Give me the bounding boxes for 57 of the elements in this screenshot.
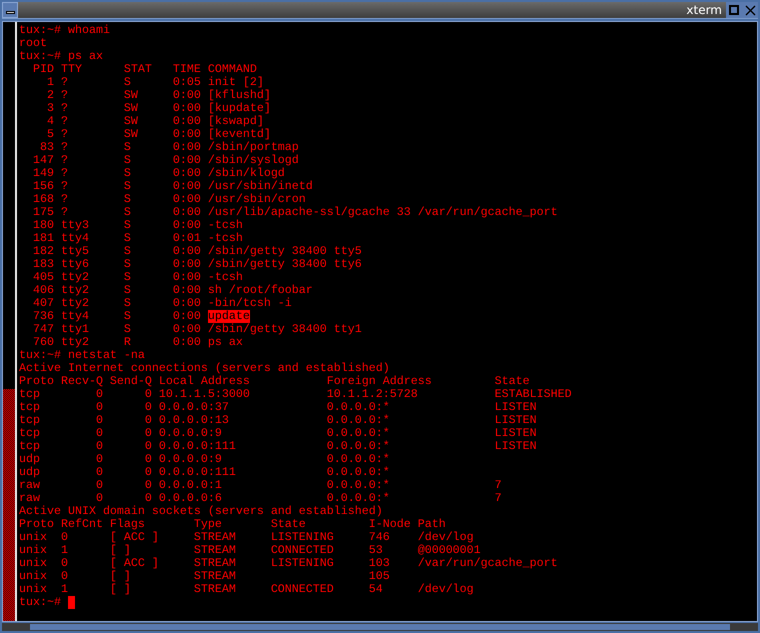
terminal-line: 4 ? SW 0:00 [kswapd]: [46, 115, 264, 128]
terminal-line: 168 ? S 0:00 /usr/sbin/cron: [32, 193, 306, 206]
terminal-line: 175 ? S 0:00 /usr/lib/apache-ssl/gcache 33 /var/run/gcache_port: [32, 206, 558, 219]
window-title: xterm: [686, 2, 723, 19]
terminal-line: 407 tty2 S 0:00 -bin/tcsh -i: [32, 297, 292, 310]
terminal-line: tcp 0 0 0.0.0.0:37 0.0.0.0:* LISTEN: [19, 401, 537, 414]
terminal-line: 83 ? S 0:00 /sbin/portmap: [38, 141, 299, 154]
terminal-line: 760 tty2 R 0:00 ps ax: [32, 336, 243, 349]
terminal-line: 1 ? S 0:05 init [2]: [46, 76, 264, 89]
horizontal-scrollbar[interactable]: [2, 623, 758, 631]
terminal-line: 736 tty4 S 0:00: [32, 310, 202, 323]
terminal-line: 405 tty2 S 0:00 -tcsh: [32, 271, 243, 284]
horizontal-scrollbar-thumb[interactable]: [30, 624, 730, 630]
terminal-line: 747 tty1 S 0:00 /sbin/getty 38400 tty1: [32, 323, 362, 336]
terminal-line: 406 tty2 S 0:00 sh /root/foobar: [32, 284, 313, 297]
scrollbar[interactable]: [3, 22, 17, 621]
terminal-line: udp 0 0 0.0.0.0:111 0.0.0.0:*: [19, 466, 390, 479]
terminal-line: unix 0 [ ] STREAM 105: [19, 570, 390, 583]
terminal-line: unix 1 [ ] STREAM CONNECTED 54 /dev/log: [19, 583, 474, 596]
terminal-line: tux:~# whoami: [19, 24, 110, 37]
terminal-line: tcp 0 0 10.1.1.5:3000 10.1.1.2:5728 ESTABLISHED: [19, 388, 572, 401]
terminal-line: unix 1 [ ] STREAM CONNECTED 53 @00000001: [19, 544, 481, 557]
terminal-line: 182 tty5 S 0:00 /sbin/getty 38400 tty5: [32, 245, 362, 258]
terminal-line: tcp 0 0 0.0.0.0:111 0.0.0.0:* LISTEN: [19, 440, 537, 453]
terminal-line: 3 ? SW 0:00 [kupdate]: [46, 102, 271, 115]
maximize-button[interactable]: [726, 2, 742, 18]
selected-text: update: [208, 310, 250, 323]
terminal-line: 183 tty6 S 0:00 /sbin/getty 38400 tty6: [32, 258, 362, 271]
terminal-line: tcp 0 0 0.0.0.0:13 0.0.0.0:* LISTEN: [19, 414, 537, 427]
terminal-line: unix 0 [ ACC ] STREAM LISTENING 746 /dev/log: [19, 531, 474, 544]
terminal-line: tux:~# netstat -na: [19, 349, 145, 362]
terminal-line: 180 tty3 S 0:00 -tcsh: [32, 219, 243, 232]
terminal-line: raw 0 0 0.0.0.0:1 0.0.0.0:* 7: [19, 479, 502, 492]
terminal-line: Proto Recv-Q Send-Q Local Address Foreign Address State: [19, 375, 530, 388]
close-icon: [744, 4, 756, 16]
terminal-line: 156 ? S 0:00 /usr/sbin/inetd: [32, 180, 313, 193]
scrollbar-thumb[interactable]: [3, 389, 15, 621]
terminal-line: udp 0 0 0.0.0.0:9 0.0.0.0:*: [19, 453, 390, 466]
terminal-line: 181 tty4 S 0:01 -tcsh: [32, 232, 243, 245]
terminal-line: unix 0 [ ACC ] STREAM LISTENING 103 /var/run/gcache_port: [19, 557, 558, 570]
terminal-line: 2 ? SW 0:00 [kflushd]: [46, 89, 271, 102]
minimize-button[interactable]: [2, 2, 18, 18]
terminal-line: 147 ? S 0:00 /sbin/syslogd: [32, 154, 299, 167]
minimize-icon: [6, 11, 14, 14]
close-button[interactable]: [742, 2, 758, 18]
terminal-line: Active UNIX domain sockets (servers and established): [19, 505, 383, 518]
terminal-line: PID TTY STAT TIME COMMAND: [32, 63, 257, 76]
terminal-line: root: [19, 37, 47, 50]
terminal-line: tcp 0 0 0.0.0.0:9 0.0.0.0:* LISTEN: [19, 427, 537, 440]
terminal-line: tux:~#: [19, 596, 62, 609]
terminal-line: Proto RefCnt Flags Type State I-Node Path: [19, 518, 446, 531]
terminal-line: 5 ? SW 0:00 [keventd]: [46, 128, 271, 141]
maximize-icon: [729, 5, 739, 15]
terminal-line: raw 0 0 0.0.0.0:6 0.0.0.0:* 7: [19, 492, 502, 505]
terminal-line: tux:~# ps ax: [19, 50, 103, 63]
terminal-line: Active Internet connections (servers and established): [19, 362, 390, 375]
terminal-line: 149 ? S 0:00 /sbin/klogd: [32, 167, 285, 180]
